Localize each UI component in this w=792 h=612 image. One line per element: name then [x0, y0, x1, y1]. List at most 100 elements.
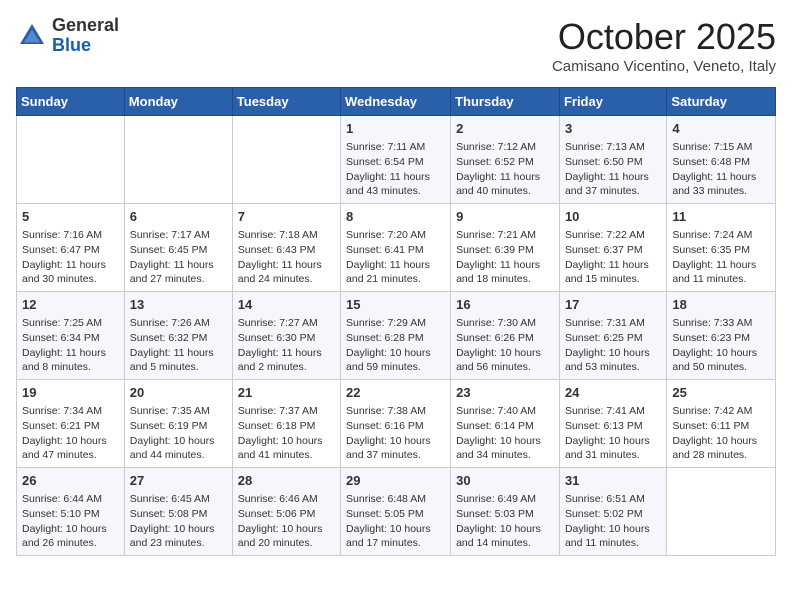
day-number: 16 — [456, 296, 554, 314]
day-number: 20 — [130, 384, 227, 402]
logo: General Blue — [16, 16, 119, 56]
day-info: Sunrise: 6:44 AM Sunset: 5:10 PM Dayligh… — [22, 492, 119, 551]
calendar-table: SundayMondayTuesdayWednesdayThursdayFrid… — [16, 87, 776, 556]
day-info: Sunrise: 7:35 AM Sunset: 6:19 PM Dayligh… — [130, 404, 227, 463]
column-header-friday: Friday — [559, 88, 666, 116]
day-number: 23 — [456, 384, 554, 402]
calendar-cell: 27Sunrise: 6:45 AM Sunset: 5:08 PM Dayli… — [124, 468, 232, 556]
day-number: 30 — [456, 472, 554, 490]
column-header-tuesday: Tuesday — [232, 88, 340, 116]
calendar-cell: 28 Sunrise: 6:46 AM Sunset: 5:06 PM Dayli… — [232, 468, 340, 556]
logo-blue: Blue — [52, 35, 91, 55]
location: Camisano Vicentino, Veneto, Italy — [552, 58, 776, 75]
day-info: Sunrise: 7:18 AM Sunset: 6:43 PM Dayligh… — [238, 228, 335, 287]
day-info: Sunrise: 7:17 AM Sunset: 6:45 PM Dayligh… — [130, 228, 227, 287]
day-info: Sunrise: 7:11 AM Sunset: 6:54 PM Dayligh… — [346, 140, 445, 199]
calendar-cell: 20 Sunrise: 7:35 AM Sunset: 6:19 PM Dayli… — [124, 380, 232, 468]
day-number: 13 — [130, 296, 227, 314]
calendar-cell: 26Sunrise: 6:44 AM Sunset: 5:10 PM Dayli… — [17, 468, 125, 556]
day-info: Sunrise: 7:15 AM Sunset: 6:48 PM Dayligh… — [672, 140, 770, 199]
day-number: 31 — [565, 472, 661, 490]
day-info: Sunrise: 7:29 AM Sunset: 6:28 PM Dayligh… — [346, 316, 445, 375]
calendar-cell: 23Sunrise: 7:40 AM Sunset: 6:14 PM Dayli… — [451, 380, 560, 468]
day-number: 17 — [565, 296, 661, 314]
calendar-cell: 25Sunrise: 7:42 AM Sunset: 6:11 PM Dayli… — [667, 380, 776, 468]
day-info: Sunrise: 6:49 AM Sunset: 5:03 PM Dayligh… — [456, 492, 554, 551]
day-number: 25 — [672, 384, 770, 402]
calendar-cell: 8 Sunrise: 7:20 AM Sunset: 6:41 PM Daylig… — [341, 204, 451, 292]
calendar-cell: 3 Sunrise: 7:13 AM Sunset: 6:50 PM Daylig… — [559, 116, 666, 204]
calendar-cell: 15 Sunrise: 7:29 AM Sunset: 6:28 PM Dayli… — [341, 292, 451, 380]
day-info: Sunrise: 7:37 AM Sunset: 6:18 PM Dayligh… — [238, 404, 335, 463]
calendar-cell: 6Sunrise: 7:17 AM Sunset: 6:45 PM Daylig… — [124, 204, 232, 292]
logo-general: General — [52, 15, 119, 35]
day-info: Sunrise: 7:16 AM Sunset: 6:47 PM Dayligh… — [22, 228, 119, 287]
calendar-cell: 29 Sunrise: 6:48 AM Sunset: 5:05 PM Dayli… — [341, 468, 451, 556]
calendar-cell — [124, 116, 232, 204]
day-info: Sunrise: 7:38 AM Sunset: 6:16 PM Dayligh… — [346, 404, 445, 463]
day-number: 14 — [238, 296, 335, 314]
column-header-thursday: Thursday — [451, 88, 560, 116]
day-info: Sunrise: 7:31 AM Sunset: 6:25 PM Dayligh… — [565, 316, 661, 375]
calendar-cell: 21 Sunrise: 7:37 AM Sunset: 6:18 PM Dayli… — [232, 380, 340, 468]
calendar-cell: 18 Sunrise: 7:33 AM Sunset: 6:23 PM Dayli… — [667, 292, 776, 380]
calendar-cell: 7Sunrise: 7:18 AM Sunset: 6:43 PM Daylig… — [232, 204, 340, 292]
day-number: 8 — [346, 208, 445, 226]
day-number: 3 — [565, 120, 661, 138]
day-info: Sunrise: 7:26 AM Sunset: 6:32 PM Dayligh… — [130, 316, 227, 375]
day-info: Sunrise: 6:48 AM Sunset: 5:05 PM Dayligh… — [346, 492, 445, 551]
day-info: Sunrise: 7:27 AM Sunset: 6:30 PM Dayligh… — [238, 316, 335, 375]
calendar-cell: 10Sunrise: 7:22 AM Sunset: 6:37 PM Dayli… — [559, 204, 666, 292]
day-number: 27 — [130, 472, 227, 490]
calendar-cell: 16 Sunrise: 7:30 AM Sunset: 6:26 PM Dayli… — [451, 292, 560, 380]
calendar-cell: 2 Sunrise: 7:12 AM Sunset: 6:52 PM Daylig… — [451, 116, 560, 204]
column-header-wednesday: Wednesday — [341, 88, 451, 116]
calendar-cell: 4 Sunrise: 7:15 AM Sunset: 6:48 PM Daylig… — [667, 116, 776, 204]
day-number: 2 — [456, 120, 554, 138]
day-number: 28 — [238, 472, 335, 490]
day-info: Sunrise: 7:24 AM Sunset: 6:35 PM Dayligh… — [672, 228, 770, 287]
calendar-cell: 30 Sunrise: 6:49 AM Sunset: 5:03 PM Dayli… — [451, 468, 560, 556]
day-number: 1 — [346, 120, 445, 138]
calendar-cell — [17, 116, 125, 204]
day-number: 21 — [238, 384, 335, 402]
day-number: 11 — [672, 208, 770, 226]
calendar-cell: 31Sunrise: 6:51 AM Sunset: 5:02 PM Dayli… — [559, 468, 666, 556]
day-number: 5 — [22, 208, 119, 226]
day-number: 15 — [346, 296, 445, 314]
title-block: October 2025 Camisano Vicentino, Veneto,… — [552, 16, 776, 75]
day-number: 29 — [346, 472, 445, 490]
calendar-cell: 5 Sunrise: 7:16 AM Sunset: 6:47 PM Daylig… — [17, 204, 125, 292]
column-header-sunday: Sunday — [17, 88, 125, 116]
calendar-cell: 12 Sunrise: 7:25 AM Sunset: 6:34 PM Dayli… — [17, 292, 125, 380]
day-info: Sunrise: 7:30 AM Sunset: 6:26 PM Dayligh… — [456, 316, 554, 375]
day-info: Sunrise: 7:20 AM Sunset: 6:41 PM Dayligh… — [346, 228, 445, 287]
column-header-saturday: Saturday — [667, 88, 776, 116]
day-info: Sunrise: 7:34 AM Sunset: 6:21 PM Dayligh… — [22, 404, 119, 463]
day-number: 9 — [456, 208, 554, 226]
calendar-cell: 13 Sunrise: 7:26 AM Sunset: 6:32 PM Dayli… — [124, 292, 232, 380]
day-info: Sunrise: 7:33 AM Sunset: 6:23 PM Dayligh… — [672, 316, 770, 375]
day-info: Sunrise: 7:41 AM Sunset: 6:13 PM Dayligh… — [565, 404, 661, 463]
day-number: 22 — [346, 384, 445, 402]
day-info: Sunrise: 7:12 AM Sunset: 6:52 PM Dayligh… — [456, 140, 554, 199]
day-info: Sunrise: 7:25 AM Sunset: 6:34 PM Dayligh… — [22, 316, 119, 375]
day-info: Sunrise: 6:46 AM Sunset: 5:06 PM Dayligh… — [238, 492, 335, 551]
day-number: 4 — [672, 120, 770, 138]
calendar-cell — [667, 468, 776, 556]
calendar-cell: 9 Sunrise: 7:21 AM Sunset: 6:39 PM Daylig… — [451, 204, 560, 292]
column-header-monday: Monday — [124, 88, 232, 116]
calendar-cell: 11 Sunrise: 7:24 AM Sunset: 6:35 PM Dayli… — [667, 204, 776, 292]
day-number: 12 — [22, 296, 119, 314]
day-number: 18 — [672, 296, 770, 314]
day-number: 24 — [565, 384, 661, 402]
logo-text: General Blue — [52, 16, 119, 56]
day-info: Sunrise: 7:21 AM Sunset: 6:39 PM Dayligh… — [456, 228, 554, 287]
calendar-cell: 19Sunrise: 7:34 AM Sunset: 6:21 PM Dayli… — [17, 380, 125, 468]
day-info: Sunrise: 7:22 AM Sunset: 6:37 PM Dayligh… — [565, 228, 661, 287]
page-header: General Blue October 2025 Camisano Vicen… — [16, 16, 776, 75]
calendar-cell — [232, 116, 340, 204]
calendar-cell: 22 Sunrise: 7:38 AM Sunset: 6:16 PM Dayli… — [341, 380, 451, 468]
day-info: Sunrise: 7:13 AM Sunset: 6:50 PM Dayligh… — [565, 140, 661, 199]
calendar-cell: 14 Sunrise: 7:27 AM Sunset: 6:30 PM Dayli… — [232, 292, 340, 380]
